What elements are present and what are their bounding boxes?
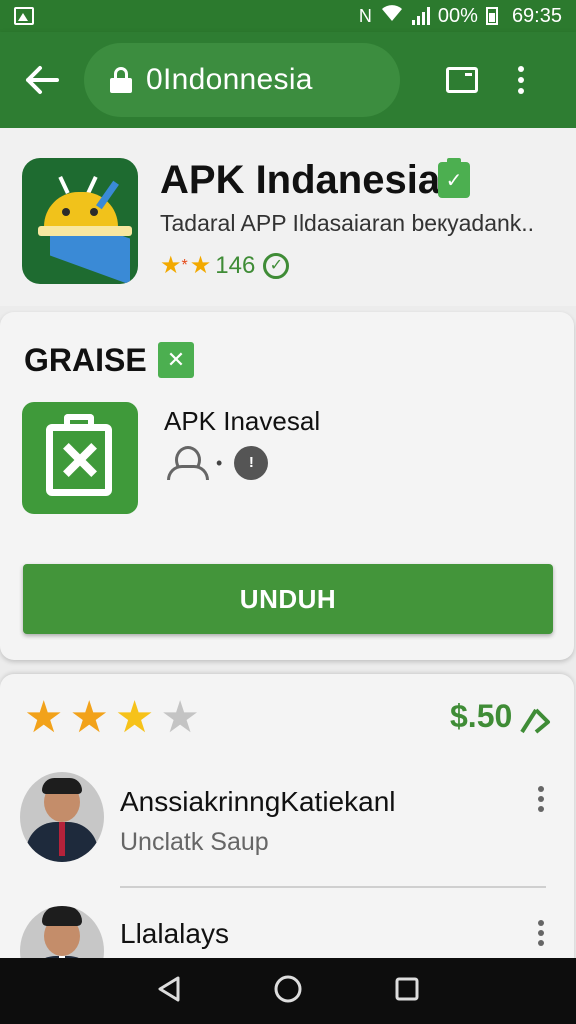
avatar (20, 772, 104, 862)
review-menu-button[interactable] (538, 786, 544, 812)
square-recents-icon (395, 977, 419, 1000)
rating-stars: ★ ★ ★ ★ (24, 696, 200, 740)
star-filled-icon: ★ (24, 693, 64, 742)
app-title: APK Indanesia (160, 158, 441, 202)
nav-recent-button[interactable] (394, 976, 420, 1007)
arrow-left-icon (26, 66, 59, 94)
system-navigation-bar (0, 958, 576, 1024)
star-filled-icon: ★ (69, 693, 109, 742)
triangle-back-icon (158, 976, 180, 1001)
divider (120, 886, 546, 888)
person-icon (166, 446, 209, 480)
verified-check-icon: ✓ (263, 253, 290, 279)
circle-home-icon (274, 975, 302, 1002)
status-bar: N 00% 69:35 (0, 0, 576, 32)
tabs-button[interactable] (446, 67, 478, 93)
item-meta: • ! (166, 446, 269, 480)
url-text: 0Indonnesia (146, 63, 313, 96)
chat-bubble-icon: ! (234, 446, 269, 480)
nav-home-button[interactable] (273, 974, 303, 1009)
review-text: Unclatk Saup (120, 828, 269, 856)
app-subtitle: Tadaral APP Ildasaiaran beкyadank.. (160, 210, 535, 236)
download-button[interactable]: UNDUH (23, 564, 553, 634)
battery-icon (485, 7, 498, 25)
share-arrow-icon[interactable] (518, 702, 552, 736)
lock-icon (110, 67, 132, 93)
clock: 69:35 (511, 4, 562, 27)
app-logo-icon (22, 158, 138, 284)
review-menu-button[interactable] (538, 920, 544, 946)
app-rating: ★ * ★ 146 ✓ (160, 252, 290, 280)
rating-count: 146 (215, 252, 256, 279)
tools-icon: ✕ (158, 342, 194, 378)
star-filled-icon: ★ (114, 693, 155, 742)
star-small-icon: * (181, 257, 188, 274)
item-name: APK Inavesal (164, 406, 321, 436)
price-label: $.50 (450, 698, 513, 734)
reviewer-name: Llalalays (120, 918, 229, 949)
wifi-icon (380, 4, 404, 28)
overflow-menu-button[interactable] (518, 66, 524, 94)
back-button[interactable] (0, 32, 84, 128)
url-bar[interactable]: 0Indonnesia (84, 43, 400, 117)
star-icon: ★ (189, 252, 212, 279)
app-detail-card: GRAISE ✕ APK Inavesal • ! UNDUH (0, 312, 574, 660)
nav-back-button[interactable] (156, 975, 182, 1008)
app-header: APK Indanesia ✓ Tadaral APP Ildasaiaran … (0, 128, 576, 306)
signal-icon (411, 7, 430, 25)
status-indicators: N 00% 69:35 (359, 4, 562, 28)
gallery-notification-icon (14, 7, 34, 25)
review-item[interactable]: AnssiakrinngKatiekanl Unclatk Saup (0, 766, 574, 886)
star-icon: ★ (160, 252, 182, 279)
clipboard-check-icon: ✓ (438, 158, 470, 198)
section-title: GRAISE (24, 342, 147, 378)
battery-percent: 00% (437, 4, 478, 27)
separator-dot: • (216, 452, 223, 473)
reviewer-name: AnssiakrinngKatiekanl (120, 786, 396, 817)
star-empty-icon: ★ (160, 693, 200, 742)
clipboard-x-icon[interactable] (22, 402, 138, 514)
nfc-icon: N (358, 5, 372, 26)
browser-toolbar: 0Indonnesia (0, 32, 576, 128)
